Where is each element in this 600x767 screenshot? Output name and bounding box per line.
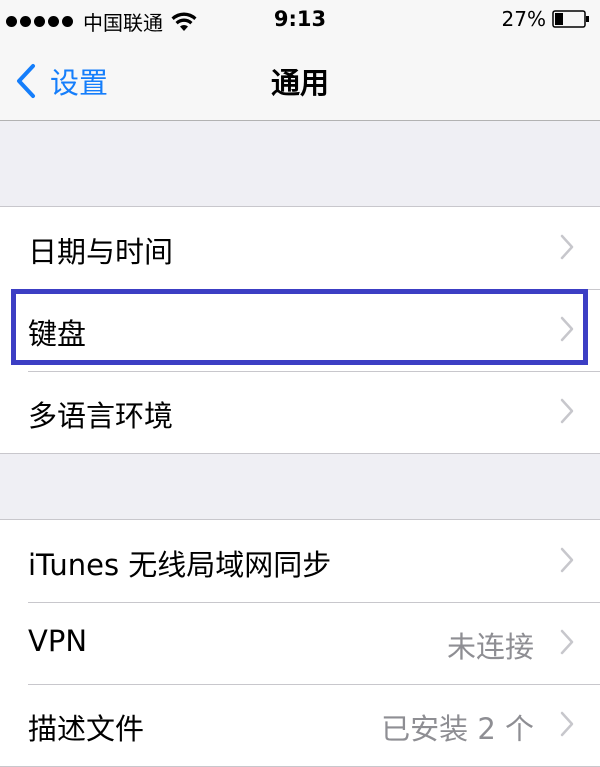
- row-profiles[interactable]: 描述文件 已安装 2 个: [0, 684, 600, 766]
- row-label: 多语言环境: [28, 399, 174, 433]
- battery-percent: 27%: [501, 7, 546, 31]
- chevron-right-icon: [560, 711, 574, 737]
- row-international[interactable]: 多语言环境: [0, 371, 600, 453]
- status-bar: 中国联通 9:13 27%: [0, 0, 600, 38]
- row-label: 日期与时间: [28, 235, 174, 269]
- settings-group-1: 日期与时间 键盘 多语言环境: [0, 206, 600, 454]
- row-label: iTunes 无线局域网同步: [28, 548, 332, 582]
- chevron-right-icon: [560, 234, 574, 260]
- row-itunes-wifi-sync[interactable]: iTunes 无线局域网同步: [0, 520, 600, 602]
- row-label: 描述文件: [28, 712, 145, 746]
- chevron-right-icon: [560, 398, 574, 424]
- chevron-right-icon: [560, 316, 574, 342]
- chevron-right-icon: [560, 547, 574, 573]
- page-title: 通用: [270, 66, 329, 100]
- battery-icon: [552, 10, 589, 28]
- settings-group-2: iTunes 无线局域网同步 VPN 未连接 描述文件 已安装 2 个: [0, 519, 600, 767]
- row-date-time[interactable]: 日期与时间: [0, 207, 600, 289]
- navigation-bar: 设置 通用: [0, 38, 600, 121]
- row-label: 键盘: [28, 317, 87, 351]
- row-value: 已安装 2 个: [381, 712, 534, 746]
- row-keyboard[interactable]: 键盘: [0, 289, 600, 371]
- chevron-right-icon: [560, 629, 574, 655]
- row-value: 未连接: [446, 630, 534, 664]
- row-vpn[interactable]: VPN 未连接: [0, 602, 600, 684]
- status-right: 27%: [502, 7, 590, 31]
- row-label: VPN: [28, 624, 88, 658]
